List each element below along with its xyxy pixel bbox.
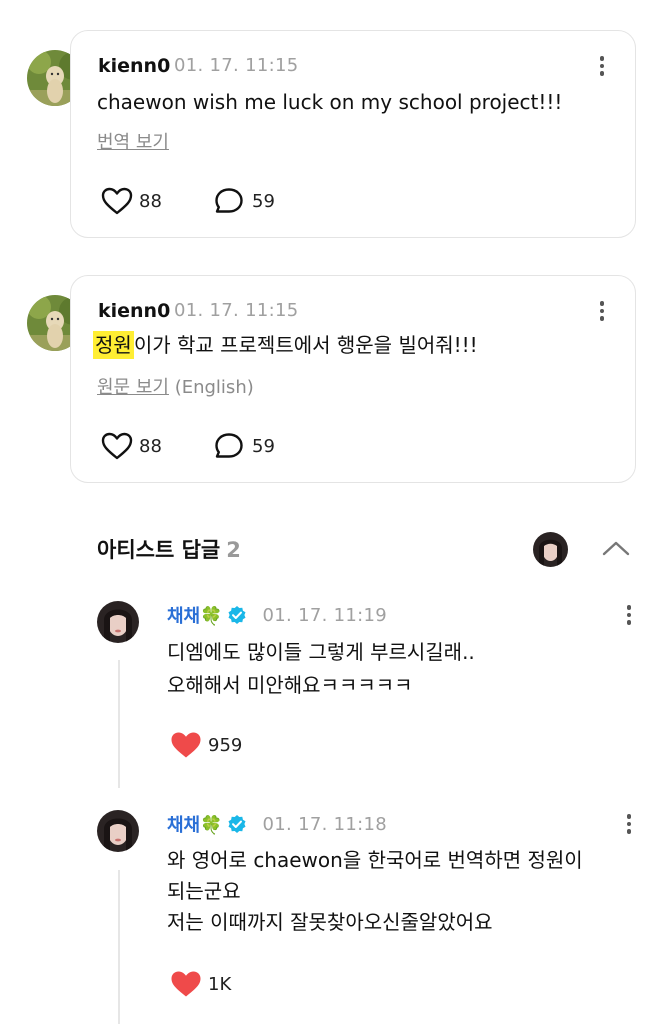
comment-text: 정원 이가 학교 프로젝트에서 행운을 빌어줘!!!: [93, 330, 478, 361]
timestamp: 01. 17. 11:19: [262, 604, 388, 626]
more-options-icon[interactable]: [619, 811, 639, 835]
more-options-icon[interactable]: [619, 602, 639, 626]
heart-filled-icon: [171, 732, 201, 758]
artist-username[interactable]: 채채🍀: [167, 811, 223, 837]
like-button[interactable]: 1K: [170, 969, 231, 999]
heart-outline-icon: [101, 432, 133, 460]
comment-text-rest: 이가 학교 프로젝트에서 행운을 빌어줘!!!: [133, 333, 478, 357]
highlighted-word: 정원: [93, 331, 134, 359]
comment-text: chaewon wish me luck on my school projec…: [97, 90, 563, 114]
like-count: 88: [139, 435, 162, 457]
verified-badge-icon: [228, 606, 246, 624]
artist-name-row: 채채🍀 01. 17. 11:18: [167, 811, 387, 837]
section-title: 아티스트 답글: [97, 538, 221, 562]
like-button[interactable]: 959: [170, 730, 242, 760]
heart-filled-icon: [171, 971, 201, 997]
reply-button[interactable]: 59: [214, 186, 275, 216]
artist-avatar[interactable]: [97, 810, 139, 852]
more-options-icon[interactable]: [592, 53, 612, 77]
thread-line: [118, 870, 120, 1024]
artist-replies-header: 아티스트 답글 2: [97, 534, 241, 564]
reply-count-badge: 2: [226, 538, 241, 562]
timestamp: 01. 17. 11:15: [174, 300, 299, 321]
comment-card: kienn0 01. 17. 11:15 정원 이가 학교 프로젝트에서 행운을 …: [70, 275, 636, 483]
artist-username[interactable]: 채채🍀: [167, 602, 223, 628]
translate-link[interactable]: 번역 보기: [97, 128, 169, 154]
like-button[interactable]: 88: [101, 431, 162, 461]
reply-count: 59: [252, 435, 275, 457]
comment-card: kienn0 01. 17. 11:15 chaewon wish me luc…: [70, 30, 636, 238]
timestamp: 01. 17. 11:18: [262, 813, 388, 835]
timestamp: 01. 17. 11:15: [174, 55, 299, 76]
more-options-icon[interactable]: [592, 298, 612, 322]
heart-outline-icon: [101, 187, 133, 215]
speech-bubble-icon: [215, 188, 243, 213]
username[interactable]: kienn0: [98, 300, 170, 322]
original-language: (English): [174, 377, 254, 398]
like-button[interactable]: 88: [101, 186, 162, 216]
reply-count: 59: [252, 190, 275, 212]
original-link[interactable]: 원문 보기 (English): [97, 373, 254, 399]
artist-avatar[interactable]: [97, 601, 139, 643]
verified-badge-icon: [228, 815, 246, 833]
thread-line: [118, 660, 120, 788]
chevron-up-icon[interactable]: [601, 538, 631, 558]
username[interactable]: kienn0: [98, 55, 170, 77]
reply-button[interactable]: 59: [214, 431, 275, 461]
speech-bubble-icon: [215, 433, 243, 458]
like-count: 88: [139, 190, 162, 212]
like-count: 959: [208, 734, 243, 756]
like-count: 1K: [208, 973, 232, 995]
artist-avatar-small[interactable]: [533, 532, 568, 567]
original-link-label: 원문 보기: [97, 377, 169, 398]
artist-name-row: 채채🍀 01. 17. 11:19: [167, 602, 387, 628]
reply-text: 와 영어로 chaewon을 한국어로 번역하면 정원이 되는군요 저는 이때까…: [167, 848, 583, 934]
reply-text: 디엠에도 많이들 그렇게 부르시길래.. 오해해서 미안해요ㅋㅋㅋㅋㅋ: [167, 640, 475, 697]
